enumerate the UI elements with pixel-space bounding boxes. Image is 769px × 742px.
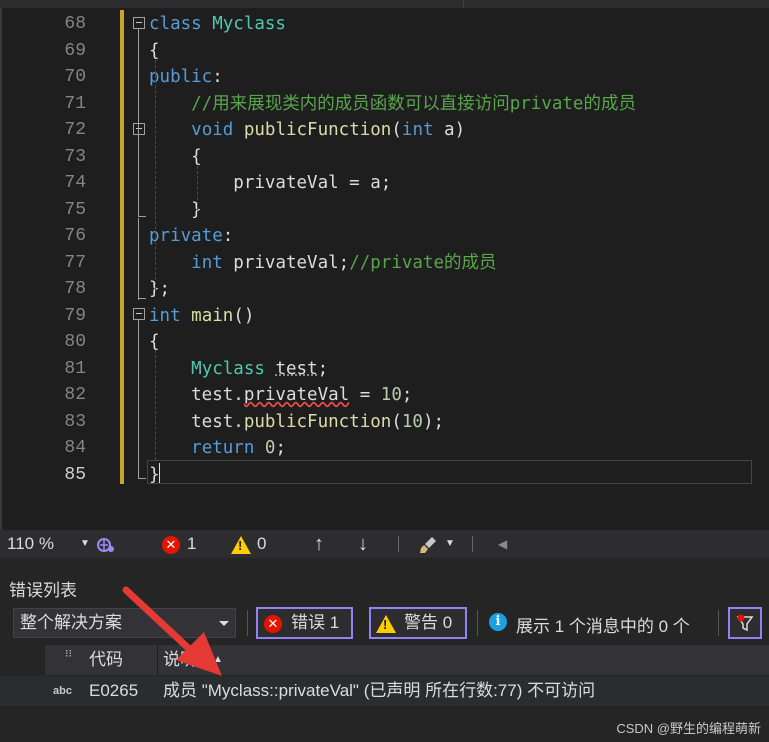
annotation-arrow	[122, 586, 222, 676]
